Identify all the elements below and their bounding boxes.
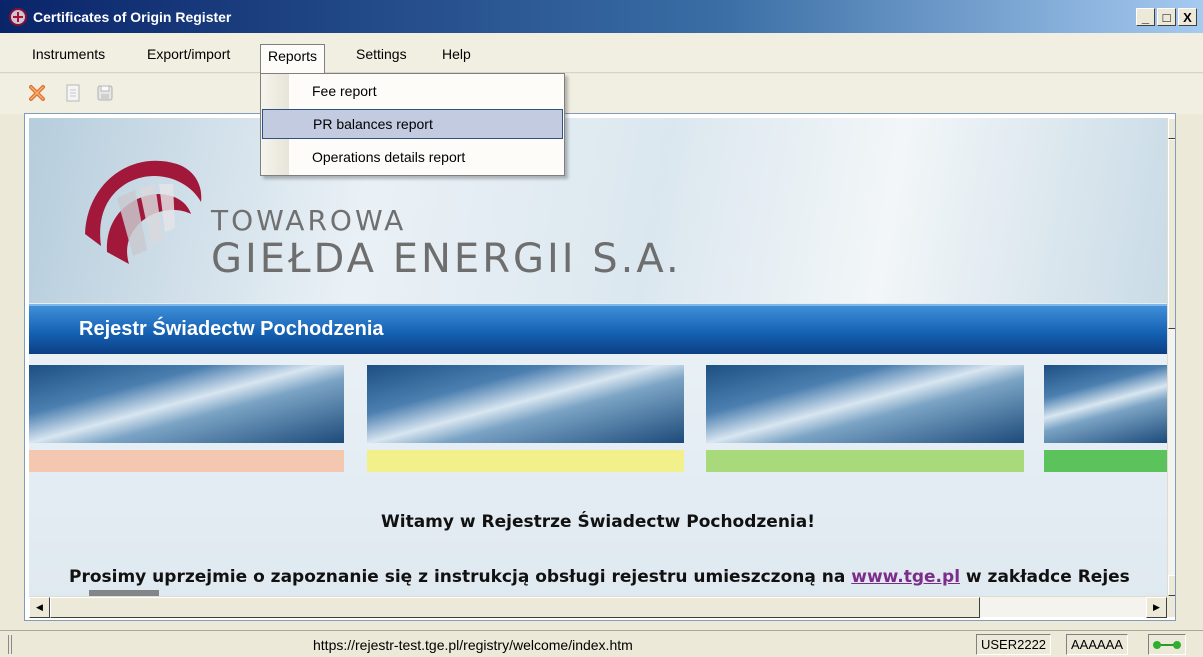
scroll-up-button[interactable]: ▲ bbox=[1168, 118, 1175, 139]
tge-link[interactable]: www.tge.pl bbox=[851, 567, 960, 587]
status-code: AAAAAA bbox=[1066, 634, 1129, 655]
instruction-before: Prosimy uprzejmie o zapoznanie się z ins… bbox=[69, 567, 852, 587]
web-page: TOWAROWA GIEŁDA ENERGII S.A. Rejestr Świ… bbox=[29, 118, 1167, 596]
browser-frame: TOWAROWA GIEŁDA ENERGII S.A. Rejestr Świ… bbox=[24, 113, 1176, 621]
app-icon bbox=[9, 8, 27, 26]
menu-reports[interactable]: Reports bbox=[260, 44, 326, 74]
reports-dropdown: Fee report PR balances report Operations… bbox=[260, 73, 565, 176]
scroll-corner bbox=[1167, 596, 1175, 617]
save-icon[interactable] bbox=[95, 83, 115, 103]
toolbar bbox=[0, 74, 1203, 114]
horizontal-scrollbar[interactable]: ◀ ▶ bbox=[29, 596, 1167, 618]
logo-text-line1: TOWAROWA bbox=[211, 204, 407, 237]
welcome-text: Witamy w Rejestrze Świadectw Pochodzenia… bbox=[381, 512, 815, 532]
maximize-button[interactable]: □ bbox=[1157, 8, 1176, 26]
tge-logo-icon bbox=[85, 160, 202, 264]
window-title: Certificates of Origin Register bbox=[33, 9, 232, 25]
color-stripe bbox=[706, 450, 1024, 472]
status-grip-icon bbox=[8, 635, 14, 654]
connection-icon bbox=[1153, 641, 1181, 649]
menu-help[interactable]: Help bbox=[436, 43, 477, 65]
banner-tile bbox=[367, 365, 684, 443]
vertical-scroll-thumb[interactable] bbox=[1168, 139, 1175, 329]
menu-export-import[interactable]: Export/import bbox=[141, 43, 236, 65]
banner-tile bbox=[706, 365, 1024, 443]
menu-item-pr-balances-report[interactable]: PR balances report bbox=[262, 109, 563, 139]
vertical-scrollbar[interactable]: ▲ ▼ bbox=[1167, 118, 1175, 596]
close-button[interactable]: X bbox=[1178, 8, 1197, 26]
scroll-right-button[interactable]: ▶ bbox=[1146, 597, 1167, 618]
minimize-button[interactable]: _ bbox=[1136, 8, 1155, 26]
document-icon[interactable] bbox=[63, 83, 83, 103]
status-url: https://rejestr-test.tge.pl/registry/wel… bbox=[313, 637, 633, 653]
color-stripe bbox=[29, 450, 344, 472]
status-bar: https://rejestr-test.tge.pl/registry/wel… bbox=[0, 630, 1203, 657]
horizontal-scroll-thumb[interactable] bbox=[50, 597, 980, 618]
status-user: USER2222 bbox=[976, 634, 1052, 655]
band-title: Rejestr Świadectw Pochodzenia bbox=[79, 318, 384, 340]
menu-item-fee-report[interactable]: Fee report bbox=[262, 76, 563, 106]
banner-tile bbox=[1044, 365, 1167, 443]
close-x-icon[interactable] bbox=[27, 83, 47, 103]
color-stripe bbox=[367, 450, 684, 472]
header-banner: TOWAROWA GIEŁDA ENERGII S.A. bbox=[29, 118, 1167, 303]
connection-status bbox=[1148, 634, 1186, 655]
scroll-down-button[interactable]: ▼ bbox=[1168, 575, 1175, 596]
color-stripe bbox=[1044, 450, 1167, 472]
instruction-text: Prosimy uprzejmie o zapoznanie się z ins… bbox=[69, 567, 1130, 587]
banner-tile bbox=[29, 365, 344, 443]
title-band: Rejestr Świadectw Pochodzenia bbox=[29, 304, 1167, 354]
window-controls: _ □ X bbox=[1136, 8, 1197, 26]
menu-settings[interactable]: Settings bbox=[350, 43, 413, 65]
menu-instruments[interactable]: Instruments bbox=[26, 43, 111, 65]
menu-bar: Instruments Export/import Reports Settin… bbox=[0, 33, 1203, 74]
title-bar: Certificates of Origin Register _ □ X bbox=[0, 0, 1203, 33]
instruction-after: w zakładce Rejes bbox=[960, 567, 1130, 587]
logo-text-line2: GIEŁDA ENERGII S.A. bbox=[211, 236, 682, 282]
menu-item-operations-details-report[interactable]: Operations details report bbox=[262, 142, 563, 172]
scroll-left-button[interactable]: ◀ bbox=[29, 597, 50, 618]
